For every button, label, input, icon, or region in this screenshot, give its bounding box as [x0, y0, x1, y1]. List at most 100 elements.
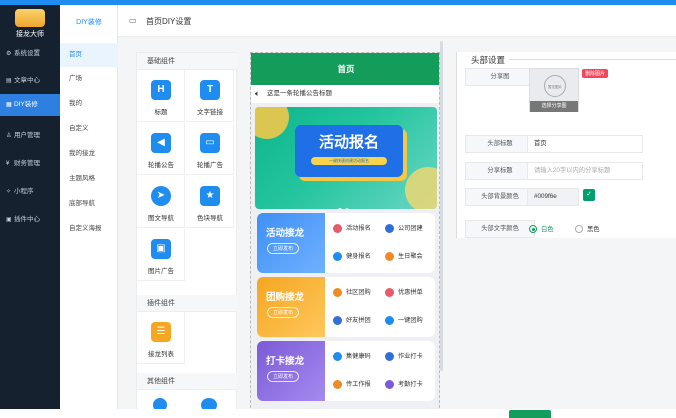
subnav-item-theme[interactable]: 主题风格: [60, 167, 118, 191]
card-item[interactable]: 公司团建: [385, 223, 423, 233]
component-color-nav[interactable]: ★ 色块导航: [186, 176, 234, 228]
radio-white[interactable]: 白色: [529, 224, 554, 234]
carousel-dots[interactable]: [338, 199, 358, 209]
component-image-nav[interactable]: ➤ 图文导航: [137, 176, 185, 228]
card-checkin-title: 打卡接龙: [266, 356, 305, 367]
nav-item-finance[interactable]: ¥ 财务管理: [0, 153, 60, 175]
subnav-item-my-jielong[interactable]: 我的接龙: [60, 142, 118, 166]
star-icon: ★: [200, 186, 220, 206]
banner-subtitle: 一键快速创建活动报名: [311, 157, 387, 165]
share-title-label: 分享标题: [465, 162, 535, 180]
share-image-label: 分享图: [465, 68, 535, 86]
text-color-label: 头部文字颜色: [465, 220, 535, 238]
choose-share-image-button[interactable]: 选择分享图: [530, 101, 578, 112]
compass-icon: ➤: [151, 186, 171, 206]
component-panel: 基础组件 H 标题 T 文字链接 ◀ 轮播公告 ▭ 轮播广告 ➤ 图文导航 ★ 色块导航 ▣…: [136, 52, 237, 418]
page-title: 首页DIY设置: [146, 17, 192, 26]
homework-icon: [385, 351, 394, 361]
nav-item-users[interactable]: ♙ 用户管理: [0, 125, 60, 147]
preview-scrollbar[interactable]: [440, 41, 443, 371]
miniapp-icon: ✧: [6, 189, 12, 195]
component-title[interactable]: H 标题: [137, 70, 185, 122]
app-logo: [15, 9, 45, 27]
component-image-ad[interactable]: ▣ 图片广告: [137, 229, 185, 281]
settings-title: 头部设置: [471, 54, 510, 66]
subnav-item-bottom-nav[interactable]: 底部导航: [60, 192, 118, 216]
user-icon: ♙: [6, 133, 12, 139]
card-item[interactable]: 优惠拼单: [385, 287, 423, 297]
subnav-item-mine[interactable]: 我的: [60, 92, 118, 116]
app-name: 接龙大师: [16, 31, 44, 38]
save-button[interactable]: [509, 410, 551, 418]
component-notice[interactable]: ◀ 轮播公告: [137, 123, 185, 175]
cart-icon: [385, 315, 394, 325]
subnav-item-custom[interactable]: 自定义: [60, 117, 118, 141]
bg-color-label: 头部背景颜色: [465, 188, 535, 206]
card-item[interactable]: 集健康码: [333, 351, 371, 361]
preview-notice[interactable]: 🔈︎ 这是一条轮播公告标题: [251, 85, 439, 103]
header-title-label: 头部标题: [465, 135, 535, 153]
friends-icon: [333, 315, 342, 325]
card-activity-title: 活动接龙: [266, 228, 305, 239]
radio-checked-icon: [529, 225, 537, 234]
card-activity-button[interactable]: 立即发布: [267, 243, 300, 254]
group-other-title: 其他组件: [137, 373, 237, 390]
fitness-icon: [333, 251, 342, 261]
component-carousel-ad[interactable]: ▭ 轮播广告: [186, 123, 234, 175]
list-icon: ☰: [151, 322, 171, 342]
subnav-item-poster[interactable]: 自定义海报: [60, 217, 118, 241]
nav-item-plugins[interactable]: ▣ 插件中心: [0, 209, 60, 231]
balloon-icon: [333, 223, 342, 233]
preview-header[interactable]: 首页: [251, 53, 439, 85]
main-sidebar: 接龙大师 ⚙ 系统设置 ▤ 文章中心 ▦ DIY装修 ♙ 用户管理 ¥ 财务管理 ✧ 小程序…: [0, 5, 60, 418]
bg-color-input[interactable]: #009f6e: [527, 188, 579, 206]
team-icon: [385, 223, 394, 233]
coupon-icon: [385, 287, 394, 297]
card-item[interactable]: 活动报名: [333, 223, 371, 233]
header-title-input[interactable]: 首页: [527, 135, 643, 153]
share-image-picker[interactable]: 暂无图片 选择分享图: [529, 68, 579, 112]
diy-icon: ▦: [6, 102, 12, 108]
subnav-item-home[interactable]: 首页: [60, 43, 118, 67]
group-plugin-title: 插件组件: [137, 295, 237, 312]
image-placeholder: 暂无图片: [544, 75, 566, 97]
card-item[interactable]: 好友拼团: [333, 315, 371, 325]
preview-banner[interactable]: 活动报名 一键快速创建活动报名: [255, 107, 437, 209]
card-item[interactable]: 作业打卡: [385, 351, 423, 361]
card-item[interactable]: 考勤打卡: [385, 379, 423, 389]
image-icon: ▣: [151, 239, 171, 259]
card-activity[interactable]: 活动接龙 立即发布 活动报名 公司团建 健身报名 生日聚会: [257, 213, 435, 273]
report-icon: [333, 379, 342, 389]
gear-icon: ⚙: [6, 51, 12, 57]
speaker-icon: 🔈︎: [255, 89, 260, 98]
nav-item-diy[interactable]: ▦ DIY装修: [0, 94, 60, 116]
group-basic-title: 基础组件: [137, 53, 237, 70]
nav-item-miniapp[interactable]: ✧ 小程序: [0, 181, 60, 203]
card-item[interactable]: 社区团购: [333, 287, 371, 297]
nav-item-system-settings[interactable]: ⚙ 系统设置: [0, 43, 60, 65]
card-item[interactable]: 传工作报: [333, 379, 371, 389]
settings-panel: 头部设置 分享图 暂无图片 选择分享图 删除图片 头部标题 首页 分享标题 请输…: [456, 52, 676, 238]
delete-image-button[interactable]: 删除图片: [582, 69, 609, 78]
card-checkin-button[interactable]: 立即发布: [267, 371, 300, 382]
radio-unchecked-icon: [575, 225, 583, 234]
radio-black[interactable]: 黑色: [575, 224, 600, 234]
card-checkin[interactable]: 打卡接龙 立即发布 集健康码 作业打卡 传工作报 考勤打卡: [257, 341, 435, 401]
component-text-link[interactable]: T 文字链接: [186, 70, 234, 122]
plugin-icon: ▣: [6, 217, 12, 223]
money-icon: ¥: [6, 161, 10, 167]
nav-item-articles[interactable]: ▤ 文章中心: [0, 70, 60, 92]
card-groupbuy[interactable]: 团购接龙 立即发布 社区团购 优惠拼单 好友拼团 一键团购: [257, 277, 435, 337]
share-title-input[interactable]: 请输入20字以内的分享标题: [527, 162, 643, 180]
page-header: ▭ 首页DIY设置: [118, 5, 676, 37]
color-picker-swatch[interactable]: ✓: [583, 189, 595, 201]
card-item[interactable]: 一键团购: [385, 315, 423, 325]
component-jielong-list[interactable]: ☰ 接龙列表: [137, 312, 185, 364]
sub-sidebar: DIY装修 首页 广场 我的 自定义 我的接龙 主题风格 底部导航 自定义海报: [60, 5, 118, 418]
card-groupbuy-button[interactable]: 立即发布: [267, 307, 300, 318]
card-item[interactable]: 健身报名: [333, 251, 371, 261]
subnav-item-square[interactable]: 广场: [60, 67, 118, 91]
card-groupbuy-title: 团购接龙: [266, 292, 305, 303]
card-item[interactable]: 生日聚会: [385, 251, 423, 261]
heading-icon: H: [151, 80, 171, 100]
